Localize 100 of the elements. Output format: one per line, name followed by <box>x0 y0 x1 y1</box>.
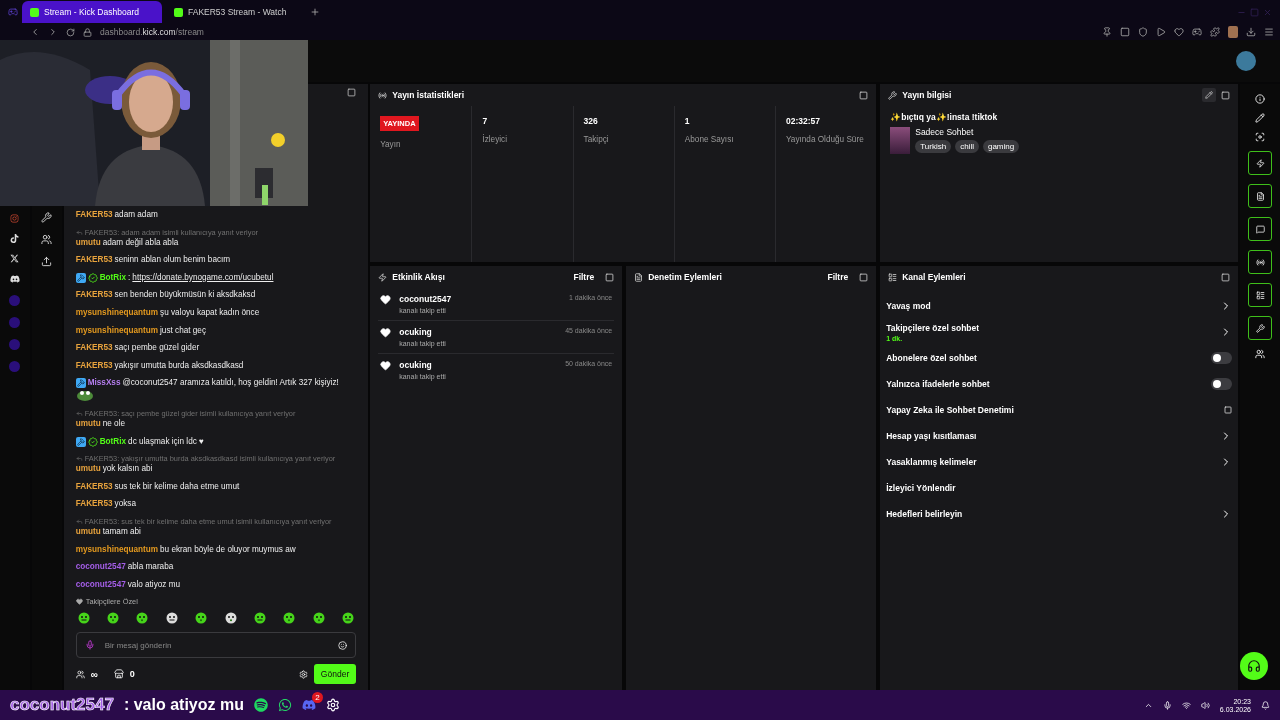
toggle-switch[interactable] <box>1211 378 1233 390</box>
reload-icon[interactable] <box>66 27 75 37</box>
event-user: coconut2547 <box>399 294 453 304</box>
channel-action[interactable]: Abonelere özel sohbet <box>886 348 1233 368</box>
new-tab-icon[interactable] <box>310 7 320 17</box>
discord-icon[interactable] <box>9 274 20 284</box>
mic-icon[interactable] <box>1162 700 1172 710</box>
filter-button[interactable]: Filtre <box>827 272 849 282</box>
spotify-icon[interactable] <box>253 698 268 712</box>
chat-username[interactable]: BotRix <box>99 436 127 447</box>
wrench-button[interactable] <box>1248 316 1273 340</box>
chat-username[interactable]: mysunshinequantum <box>75 307 159 318</box>
notifications-icon[interactable] <box>1261 700 1270 710</box>
chat-message: sus tek bir kelime daha etme umut <box>114 481 240 492</box>
chat-username[interactable]: umutu <box>75 464 101 475</box>
action-label: İzleyici Yönlendir <box>886 483 957 493</box>
emote-icon[interactable] <box>312 612 325 624</box>
chat-username[interactable]: MissXss <box>87 378 121 389</box>
emote-icon[interactable] <box>195 612 208 624</box>
emote-icon[interactable] <box>283 612 296 624</box>
channel-action[interactable]: Yalnızca ifadelerle sohbet <box>886 374 1233 394</box>
emote-icon[interactable] <box>165 612 178 624</box>
chat-username[interactable]: FAKER53 <box>75 481 113 492</box>
channel-action[interactable]: Hesap yaşı kısıtlaması <box>886 426 1233 446</box>
message-input[interactable]: Bir mesaj gönderin <box>102 639 331 651</box>
tag[interactable]: gaming <box>982 140 1020 153</box>
chat-username[interactable]: FAKER53 <box>75 255 113 266</box>
heart-icon[interactable] <box>1174 27 1184 37</box>
focus-icon[interactable] <box>1255 132 1266 142</box>
layout-button[interactable] <box>1248 283 1273 307</box>
chat-username[interactable]: coconut2547 <box>75 562 126 573</box>
tag[interactable]: chill <box>955 140 979 153</box>
user-avatar[interactable] <box>1236 51 1256 71</box>
profile-avatar[interactable] <box>1228 26 1238 38</box>
layout-icon <box>888 272 898 282</box>
broadcast-button[interactable] <box>1248 250 1273 274</box>
toggle-switch[interactable] <box>1211 352 1233 364</box>
chat-username[interactable]: FAKER53 <box>75 343 113 354</box>
whatsapp-icon[interactable] <box>277 698 292 712</box>
lightning-button[interactable] <box>1248 151 1273 175</box>
chat-username[interactable]: mysunshinequantum <box>75 544 159 555</box>
browser-tab[interactable]: Stream - Kick Dashboard <box>22 1 162 23</box>
chat-message: saçı pembe güzel gider <box>114 343 200 354</box>
tiktok-icon[interactable] <box>10 234 20 243</box>
wifi-icon[interactable] <box>1181 700 1191 710</box>
upload-icon[interactable] <box>41 256 53 267</box>
channel-action[interactable]: Yapay Zeka ile Sohbet Denetimi <box>886 400 1233 420</box>
chat-username[interactable]: BotRix <box>99 272 127 283</box>
channel-action[interactable]: Hedefleri belirleyin <box>886 504 1233 524</box>
chat-button[interactable] <box>1248 217 1273 241</box>
info-icon[interactable] <box>1255 94 1266 104</box>
play-icon[interactable] <box>1156 27 1166 37</box>
forward-icon[interactable] <box>48 27 58 37</box>
chat-message: yakışır umutta burda aksdkasdkasd <box>114 360 244 371</box>
emote-icon[interactable] <box>107 612 120 624</box>
edit-button[interactable] <box>1202 88 1217 102</box>
document-button[interactable] <box>1248 184 1273 208</box>
chat-username[interactable]: umutu <box>75 237 101 248</box>
pin-icon[interactable] <box>1102 27 1112 37</box>
emoji-icon[interactable] <box>338 640 348 650</box>
store-count: 0 <box>129 669 135 679</box>
browser-tab[interactable]: FAKER53 Stream - Watch <box>166 1 306 23</box>
channel-action[interactable]: Yavaş mod <box>886 296 1233 316</box>
menu-icon[interactable] <box>1264 27 1274 37</box>
pencil-icon[interactable] <box>1255 113 1266 123</box>
emote-icon[interactable] <box>224 612 237 624</box>
back-icon[interactable] <box>30 27 40 37</box>
chat-link[interactable]: https://donate.bynogame.com/ucubetul <box>132 272 274 283</box>
send-button[interactable]: Gönder <box>313 664 357 684</box>
volume-icon[interactable] <box>1200 700 1210 710</box>
chat-username[interactable]: FAKER53 <box>75 360 113 371</box>
emote-icon[interactable] <box>136 612 149 624</box>
channel-action[interactable]: İzleyici Yönlendir <box>886 478 1233 498</box>
emote-icon[interactable] <box>342 612 355 624</box>
document-icon <box>634 272 644 282</box>
wrench-icon[interactable] <box>41 212 53 223</box>
users-icon[interactable] <box>41 234 53 245</box>
chat-username[interactable]: FAKER53 <box>75 290 113 301</box>
microphone-icon[interactable] <box>84 640 95 650</box>
chat-input[interactable]: Bir mesaj gönderin <box>75 632 357 658</box>
emote-icon[interactable] <box>254 612 267 624</box>
shield-icon[interactable] <box>1138 27 1148 37</box>
chat-username[interactable]: umutu <box>75 418 101 429</box>
settings-icon[interactable] <box>298 669 308 679</box>
address-field[interactable]: dashboard.kick.com/stream <box>100 27 204 37</box>
tag[interactable]: Turkish <box>915 140 952 153</box>
chat-username[interactable]: coconut2547 <box>75 579 126 589</box>
extensions-icon[interactable] <box>1210 27 1220 37</box>
download-icon[interactable] <box>1246 27 1256 37</box>
emote-icon[interactable] <box>77 612 90 624</box>
chat-username[interactable]: FAKER53 <box>75 499 113 510</box>
chat-username[interactable]: FAKER53 <box>75 210 113 220</box>
filter-button[interactable]: Filtre <box>573 272 595 282</box>
x-logo-icon[interactable] <box>10 254 20 263</box>
controller-icon[interactable] <box>1192 27 1202 37</box>
app-icon[interactable] <box>325 698 340 712</box>
store-icon[interactable] <box>113 669 124 679</box>
chat-username[interactable]: mysunshinequantum <box>75 325 159 336</box>
chat-username[interactable]: umutu <box>75 526 101 537</box>
channel-action[interactable]: Yasaklanmış kelimeler <box>886 452 1233 472</box>
